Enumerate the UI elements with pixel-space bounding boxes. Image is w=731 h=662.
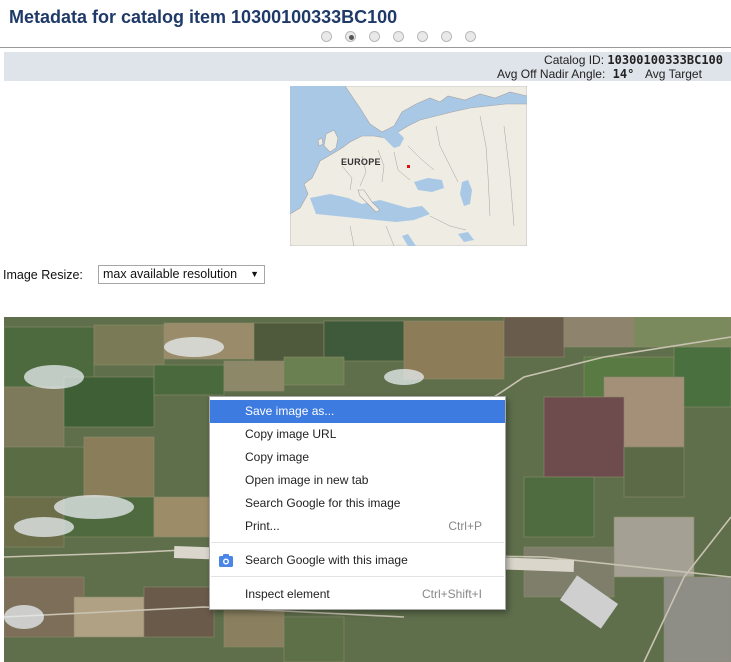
carousel-dot-1[interactable] [321,31,332,42]
menu-item-search-google-with-image[interactable]: Search Google with this image [210,549,505,572]
menu-item-search-google-for-image[interactable]: Search Google for this image [210,492,505,515]
location-marker [407,165,410,168]
menu-item-open-image-new-tab[interactable]: Open image in new tab [210,469,505,492]
location-map: EUROPE [290,86,527,246]
menu-item-print[interactable]: Print... Ctrl+P [210,515,505,538]
menu-separator [211,542,504,543]
header-divider [0,47,731,48]
menu-item-label: Inspect element [245,587,330,601]
menu-item-label: Copy image URL [245,427,337,441]
carousel-dot-2[interactable] [345,31,356,42]
image-context-menu: Save image as... Copy image URL Copy ima… [209,396,506,610]
menu-item-label: Print... [245,519,280,533]
menu-item-label: Search Google with this image [245,553,408,567]
off-nadir-value: 14° [612,67,635,81]
camera-icon [219,554,233,567]
catalog-id-value: 10300100333BC100 [607,53,723,67]
menu-item-label: Save image as... [245,404,335,418]
menu-item-copy-image[interactable]: Copy image [210,446,505,469]
menu-item-label: Copy image [245,450,310,464]
menu-item-save-image-as[interactable]: Save image as... [210,400,505,423]
carousel-dot-3[interactable] [369,31,380,42]
menu-item-copy-image-url[interactable]: Copy image URL [210,423,505,446]
catalog-id-label: Catalog ID: [544,53,605,67]
menu-item-label: Open image in new tab [245,473,369,487]
avg-target-label: Avg Target [645,67,702,81]
angle-row: Avg Off Nadir Angle: 14° Avg Target [497,67,702,81]
image-resize-label: Image Resize: [3,268,83,282]
page-title: Metadata for catalog item 10300100333BC1… [9,7,398,27]
menu-separator [211,576,504,577]
metadata-info-bar: Catalog ID: 10300100333BC100 Avg Off Nad… [4,52,731,81]
menu-item-label: Search Google for this image [245,496,401,510]
menu-item-shortcut: Ctrl+P [448,519,482,533]
off-nadir-label: Avg Off Nadir Angle: [497,67,606,81]
image-resize-select[interactable]: max available resolution ▼ [98,265,265,284]
catalog-id-row: Catalog ID: 10300100333BC100 [544,53,723,67]
dropdown-arrow-icon: ▼ [250,269,259,279]
carousel-dot-4[interactable] [393,31,404,42]
menu-item-inspect-element[interactable]: Inspect element Ctrl+Shift+I [210,583,505,606]
carousel-dot-7[interactable] [465,31,476,42]
carousel-dot-6[interactable] [441,31,452,42]
menu-item-shortcut: Ctrl+Shift+I [421,587,482,601]
carousel-dot-5[interactable] [417,31,428,42]
image-resize-selected-value: max available resolution [103,267,238,281]
map-region-label: EUROPE [341,157,381,167]
